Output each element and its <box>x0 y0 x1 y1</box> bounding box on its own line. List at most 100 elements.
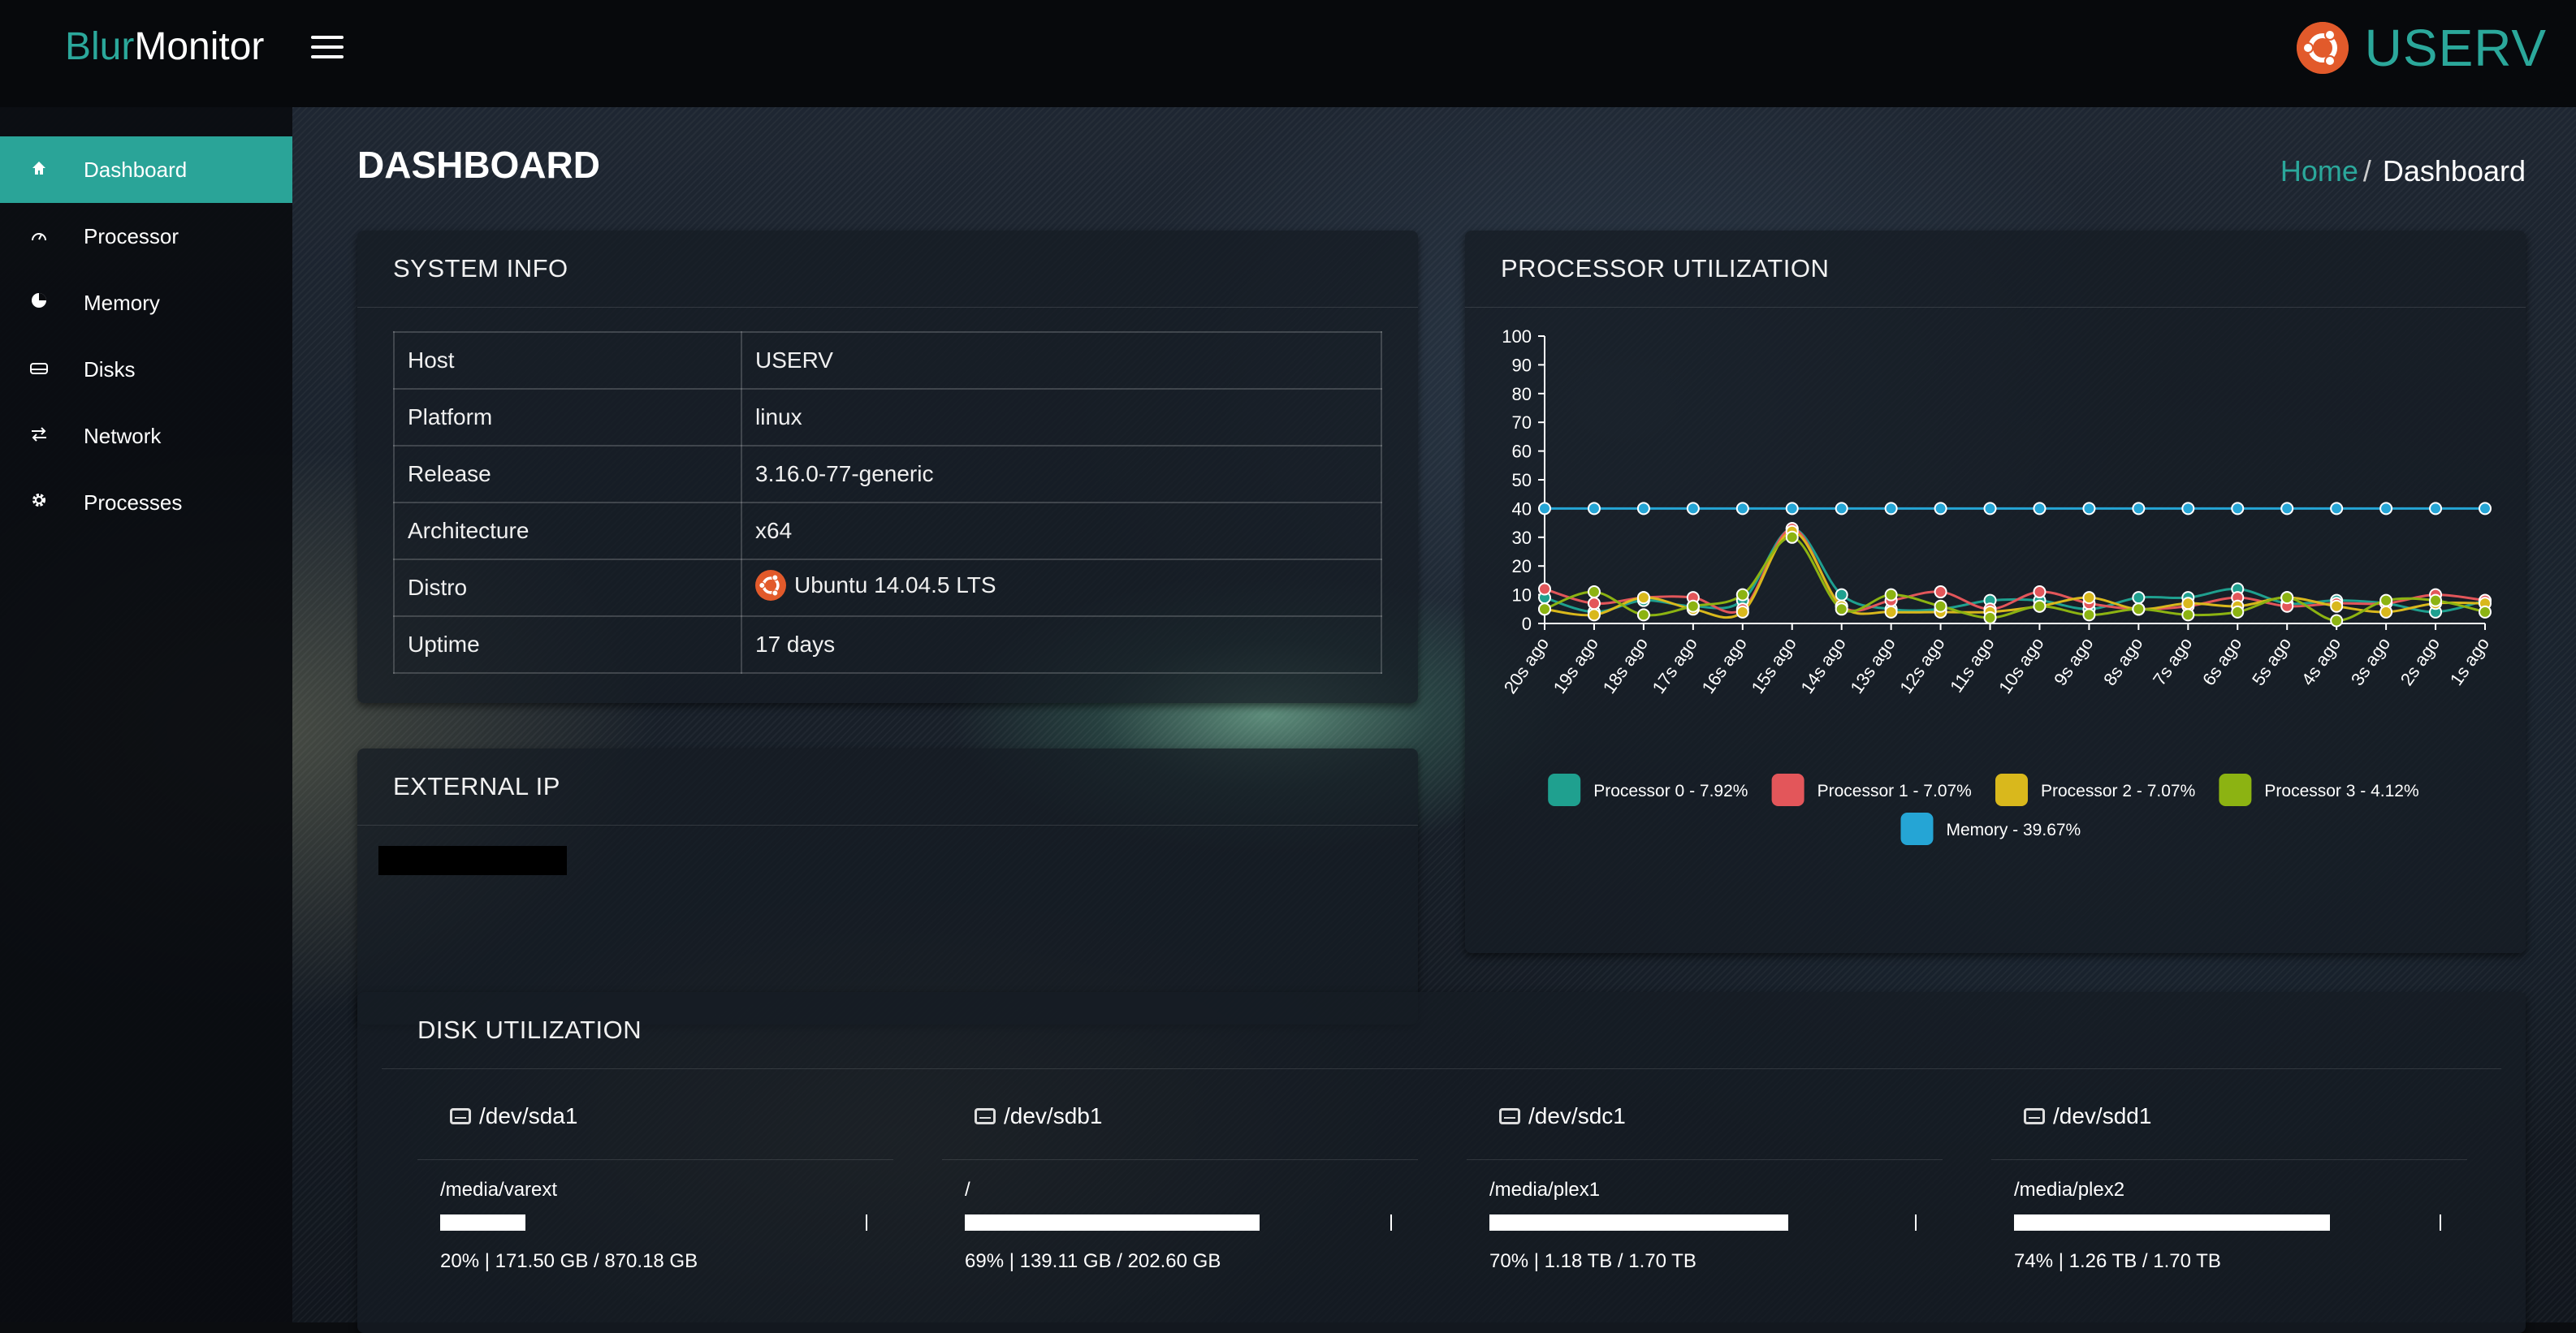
data-point-3 <box>2280 591 2294 605</box>
table-row: Host USERV <box>393 331 1382 390</box>
info-key: Host <box>393 331 742 390</box>
disk-icon <box>27 359 51 380</box>
menu-toggle-icon[interactable] <box>311 36 344 62</box>
data-point-1 <box>2033 585 2047 599</box>
data-point-3 <box>1785 530 1799 544</box>
disk-utilization-panel: DISK UTILIZATION /dev/sda1 /media/varext… <box>357 992 2526 1333</box>
y-tick-label: 100 <box>1502 326 1532 347</box>
x-tick-label: 7s ago <box>2149 634 2196 689</box>
data-point-1 <box>1538 582 1551 596</box>
data-point-3 <box>1884 588 1898 602</box>
page-title: DASHBOARD <box>357 144 600 186</box>
data-point-3 <box>2082 608 2096 622</box>
disk-icon <box>975 1108 996 1124</box>
y-tick-label: 60 <box>1512 442 1532 462</box>
pie-icon <box>27 292 51 313</box>
sidebar-item-network[interactable]: Network <box>0 403 292 469</box>
external-ip-redacted <box>378 846 567 875</box>
data-point-3 <box>1538 602 1551 616</box>
x-tick-label: 8s ago <box>2099 634 2146 689</box>
data-point-4 <box>1538 502 1551 516</box>
data-point-3 <box>1587 585 1601 599</box>
disk-usage-text: 74% | 1.26 TB / 1.70 TB <box>2014 1250 2221 1272</box>
legend-label: Processor 2 - 7.07% <box>2041 782 2195 800</box>
info-key: Release <box>393 445 742 503</box>
disk-icon <box>1499 1108 1520 1124</box>
disk-usage-text: 69% | 139.11 GB / 202.60 GB <box>965 1250 1221 1272</box>
y-tick-label: 90 <box>1512 355 1532 375</box>
data-point-3 <box>2479 605 2492 619</box>
disk-usage-fill <box>440 1214 526 1231</box>
data-point-0 <box>2132 591 2146 605</box>
x-tick-label: 5s ago <box>2248 634 2295 689</box>
disk-usage-text: 20% | 171.50 GB / 870.18 GB <box>440 1250 698 1272</box>
table-row: Architecture x64 <box>393 502 1382 560</box>
brand-logo[interactable]: BlurMonitor <box>65 24 264 69</box>
y-tick-label: 80 <box>1512 384 1532 404</box>
sidebar-item-label: Dashboard <box>84 157 188 182</box>
y-tick-label: 20 <box>1512 556 1532 576</box>
data-point-3 <box>1934 599 1947 613</box>
legend-swatch <box>1771 774 1804 806</box>
info-key: Platform <box>393 388 742 446</box>
info-value: x64 <box>741 502 1382 560</box>
data-point-1 <box>1934 585 1947 599</box>
disk-usage-bar <box>1489 1214 1917 1231</box>
data-point-4 <box>1636 502 1650 516</box>
disk-bar-end <box>866 1214 867 1231</box>
disk-usage-fill <box>965 1214 1260 1231</box>
disk-header: /dev/sdb1 <box>942 1073 1418 1160</box>
data-point-1 <box>1587 597 1601 610</box>
breadcrumb: Home / Dashboard <box>2280 154 2526 188</box>
y-tick-label: 70 <box>1512 412 1532 433</box>
sidebar-item-processor[interactable]: Processor <box>0 203 292 270</box>
disk-icon <box>2024 1108 2045 1124</box>
sidebar-item-disks[interactable]: Disks <box>0 336 292 403</box>
sidebar-item-dashboard[interactable]: Dashboard <box>0 136 292 203</box>
sidebar-item-memory[interactable]: Memory <box>0 270 292 336</box>
legend-label: Processor 0 - 7.92% <box>1593 782 1748 800</box>
sidebar-item-processes[interactable]: Processes <box>0 469 292 536</box>
data-point-3 <box>2231 605 2245 619</box>
system-info-table: Host USERV Platform linux Release 3.16.0-77… <box>393 331 1382 674</box>
data-point-4 <box>2082 502 2096 516</box>
disk-header: /dev/sdc1 <box>1467 1073 1943 1160</box>
y-tick-label: 10 <box>1512 585 1532 606</box>
data-point-2 <box>1587 608 1601 622</box>
gear-icon <box>27 492 51 513</box>
breadcrumb-current: Dashboard <box>2382 154 2526 188</box>
legend-swatch <box>1548 774 1581 806</box>
disk-card: /dev/sdd1 /media/plex2 74% | 1.26 TB / 1… <box>1991 1073 2467 1272</box>
breadcrumb-separator: / <box>2362 154 2371 188</box>
legend-swatch <box>1995 774 2028 806</box>
data-point-4 <box>2033 502 2047 516</box>
disk-header: /dev/sdd1 <box>1991 1073 2467 1160</box>
data-point-4 <box>1686 502 1700 516</box>
data-point-3 <box>1636 608 1650 622</box>
processor-utilization-title: PROCESSOR UTILIZATION <box>1465 231 2526 308</box>
data-point-4 <box>1884 502 1898 516</box>
disk-mount: /media/plex1 <box>1489 1179 1601 1201</box>
sidebar: Dashboard Processor Memory Disks Network… <box>0 107 292 1322</box>
sidebar-item-label: Disks <box>84 356 136 382</box>
disk-bar-end <box>2440 1214 2441 1231</box>
transfer-icon <box>27 425 51 446</box>
data-point-4 <box>1735 502 1749 516</box>
ubuntu-logo-icon <box>2296 22 2349 74</box>
x-tick-label: 19s ago <box>1549 634 1602 697</box>
system-info-panel: SYSTEM INFO Host USERV Platform linux Rele… <box>357 231 1418 703</box>
data-point-4 <box>2429 502 2443 516</box>
data-point-4 <box>1785 502 1799 516</box>
data-point-2 <box>1735 605 1749 619</box>
data-point-2 <box>2082 591 2096 605</box>
data-point-3 <box>2033 599 2047 613</box>
data-point-2 <box>2379 605 2393 619</box>
home-icon <box>27 159 51 180</box>
ubuntu-logo-icon <box>755 569 786 601</box>
x-tick-label: 3s ago <box>2347 634 2394 689</box>
y-tick-label: 50 <box>1512 470 1532 490</box>
breadcrumb-home-link[interactable]: Home <box>2280 154 2358 188</box>
table-row: Uptime 17 days <box>393 615 1382 674</box>
disk-device: /dev/sda1 <box>479 1103 578 1128</box>
data-point-4 <box>1587 502 1601 516</box>
